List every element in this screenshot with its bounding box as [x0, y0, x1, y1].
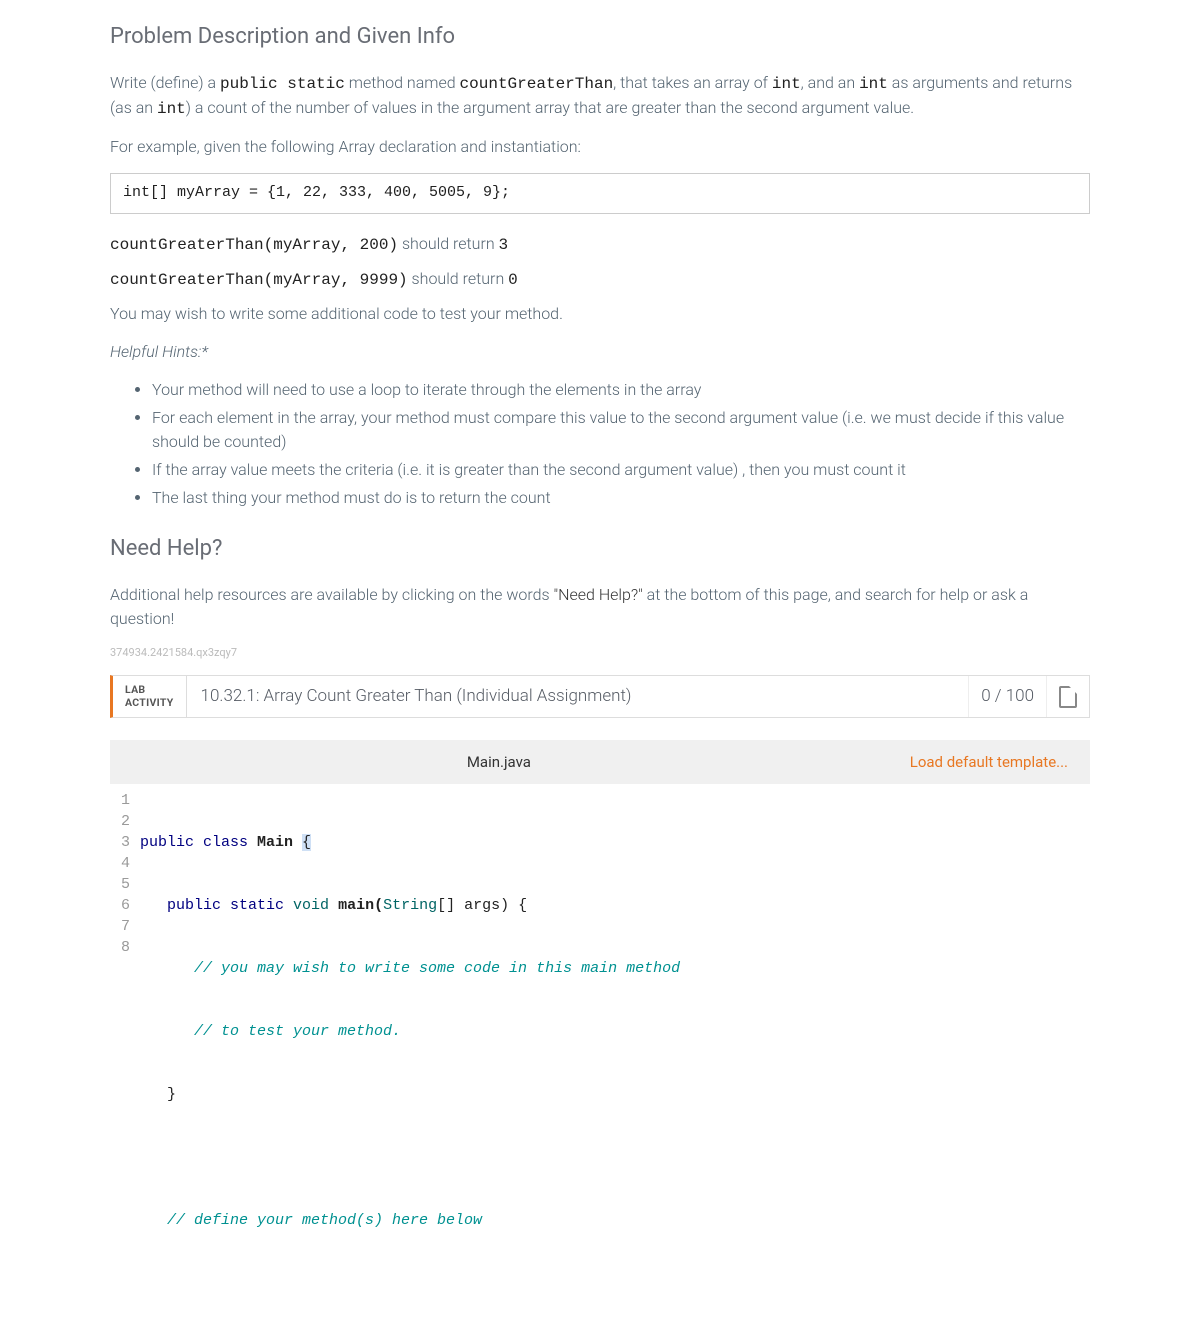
hints-label: Helpful Hints:*: [110, 340, 1090, 364]
intro-paragraph: Write (define) a public static method na…: [110, 71, 1090, 121]
load-default-template-link[interactable]: Load default template...: [888, 740, 1090, 784]
hint-item: Your method will need to use a loop to i…: [152, 378, 1090, 402]
code-editor[interactable]: 12345678 public class Main { public stat…: [110, 784, 1090, 1336]
hint-item: The last thing your method must do is to…: [152, 486, 1090, 510]
problem-heading: Problem Description and Given Info: [110, 20, 1090, 53]
example-1: countGreaterThan(myArray, 200) should re…: [110, 232, 1090, 257]
help-paragraph: Additional help resources are available …: [110, 583, 1090, 631]
extra-note: You may wish to write some additional co…: [110, 302, 1090, 326]
lab-score: 0 / 100: [968, 676, 1046, 717]
code-lines[interactable]: public class Main { public static void m…: [140, 790, 1090, 1336]
code-sample-box: int[] myArray = {1, 22, 333, 400, 5005, …: [110, 173, 1090, 214]
lab-header: LAB ACTIVITY 10.32.1: Array Count Greate…: [110, 675, 1090, 718]
editor-tabs: Main.java Load default template...: [110, 740, 1090, 784]
lab-doc-icon-wrap[interactable]: [1046, 676, 1089, 717]
need-help-heading: Need Help?: [110, 532, 1090, 565]
page-container: Problem Description and Given Info Write…: [55, 0, 1145, 1336]
lab-title: 10.32.1: Array Count Greater Than (Indiv…: [187, 676, 969, 717]
example-2: countGreaterThan(myArray, 9999) should r…: [110, 267, 1090, 292]
hint-item: If the array value meets the criteria (i…: [152, 458, 1090, 482]
hints-list: Your method will need to use a loop to i…: [110, 378, 1090, 510]
lab-activity-label: LAB ACTIVITY: [113, 676, 187, 717]
line-number-gutter: 12345678: [110, 790, 140, 1336]
document-icon: [1059, 686, 1077, 708]
hint-item: For each element in the array, your meth…: [152, 406, 1090, 454]
example-lead: For example, given the following Array d…: [110, 135, 1090, 159]
editor-filename-tab[interactable]: Main.java: [447, 740, 551, 784]
activity-id: 374934.2421584.qx3zqy7: [110, 645, 1090, 662]
